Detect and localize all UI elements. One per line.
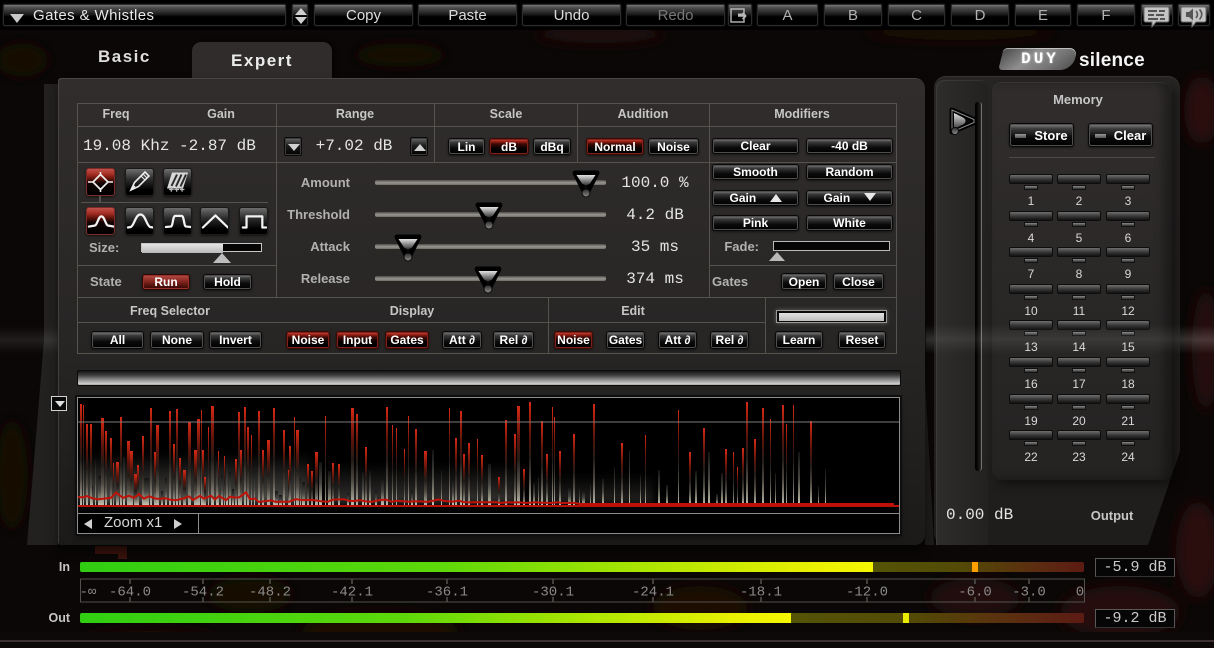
svg-text:-30.1: -30.1 xyxy=(532,585,574,601)
svg-text:-54.2: -54.2 xyxy=(182,585,224,601)
svg-text:-6.0: -6.0 xyxy=(958,585,992,601)
svg-text:-∞: -∞ xyxy=(80,585,97,601)
svg-text:-64.0: -64.0 xyxy=(109,585,151,601)
svg-text:-42.1: -42.1 xyxy=(331,585,373,601)
svg-text:-12.0: -12.0 xyxy=(846,585,888,601)
svg-text:-36.1: -36.1 xyxy=(426,585,468,601)
svg-text:-18.1: -18.1 xyxy=(740,585,782,601)
svg-text:0: 0 xyxy=(1076,585,1084,601)
svg-text:-48.2: -48.2 xyxy=(249,585,291,601)
svg-text:-24.1: -24.1 xyxy=(632,585,674,601)
svg-text:-3.0: -3.0 xyxy=(1012,585,1046,601)
